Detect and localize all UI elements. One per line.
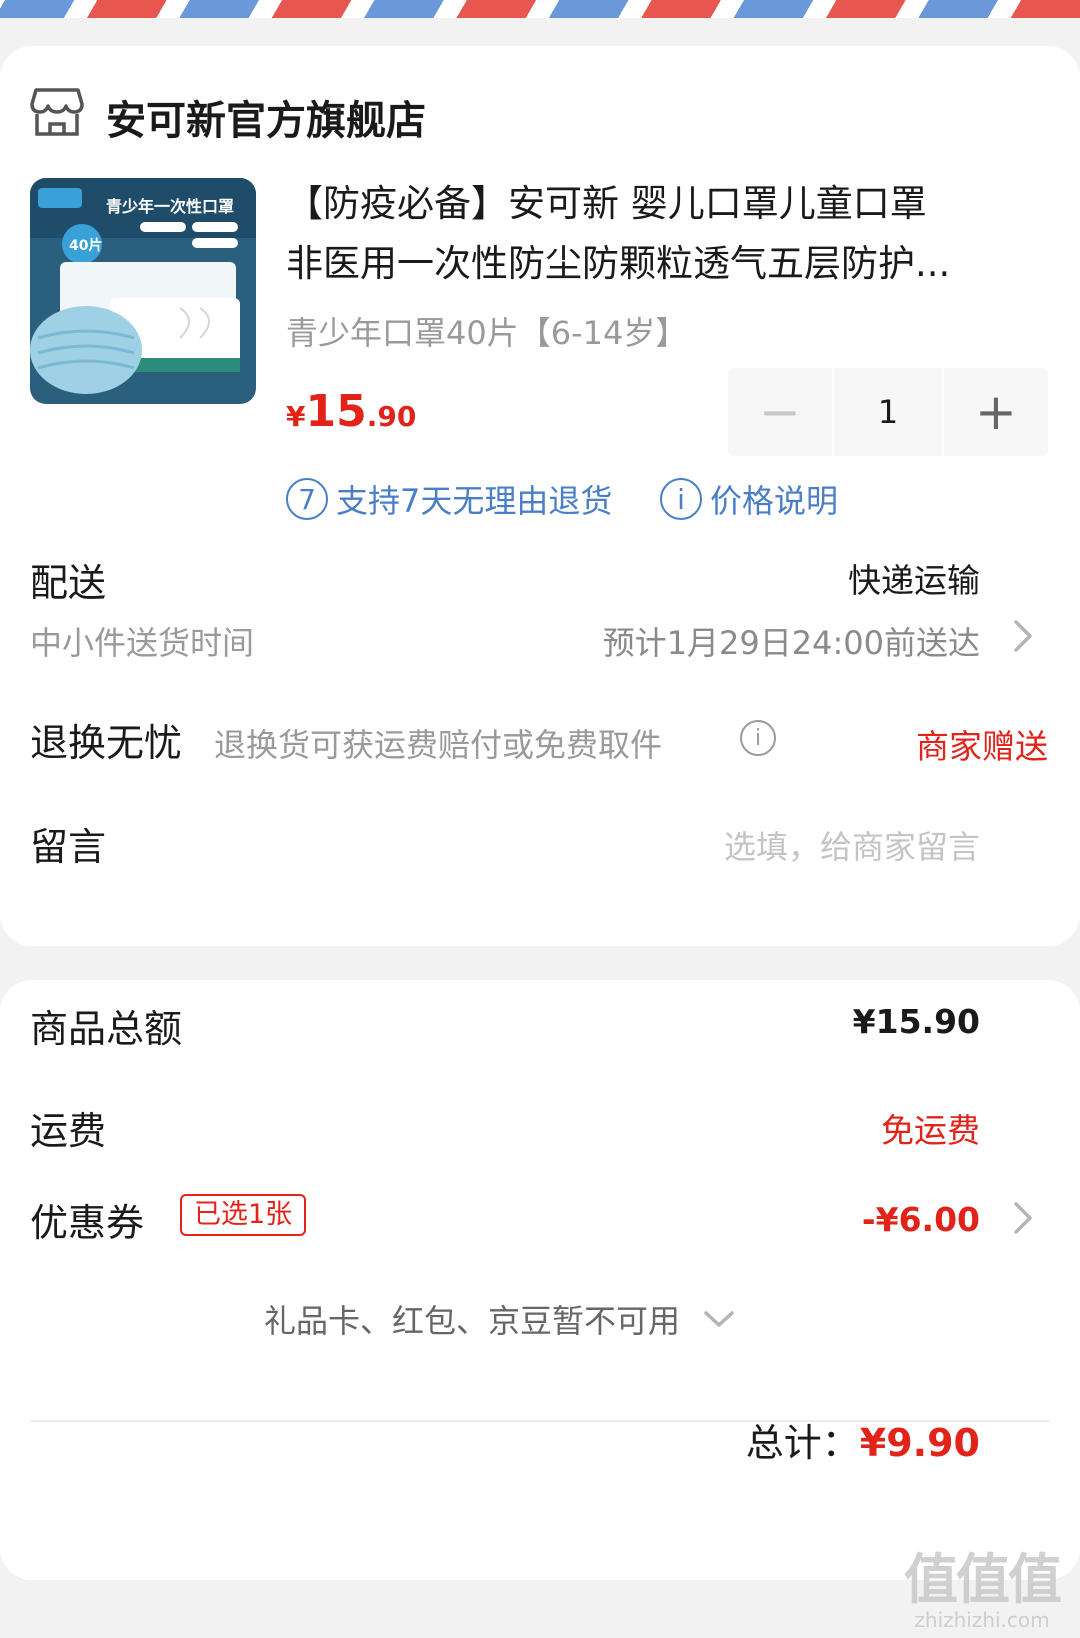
product-spec[interactable]: 青少年口罩40片【6-14岁】 xyxy=(286,308,687,354)
goods-total-value: ¥15.90 xyxy=(852,1002,980,1041)
info-icon: i xyxy=(660,478,702,520)
order-card: 安可新官方旗舰店 青少年一次性口罩 40片 【防疫必备】安可新 婴儿口罩儿童口罩… xyxy=(0,46,1080,946)
delivery-method[interactable]: 快递运输 xyxy=(848,554,980,602)
total-label: 总计： xyxy=(745,1421,860,1465)
product-price: ¥15.90 xyxy=(286,386,416,437)
coupon-tag[interactable]: 已选1张 xyxy=(180,1194,307,1236)
price-decimal: .90 xyxy=(366,400,417,433)
goods-total-label: 商品总额 xyxy=(30,1007,183,1051)
total-value: ¥9.90 xyxy=(859,1421,980,1465)
delivery-label: 配送 xyxy=(30,561,107,605)
returns-desc: 退换货可获运费赔付或免费取件 xyxy=(214,726,663,764)
quantity-value[interactable]: 1 xyxy=(832,368,944,456)
store-icon xyxy=(30,86,84,138)
price-integer: 15 xyxy=(305,386,367,437)
returns-label: 退换无忧 xyxy=(30,721,183,765)
coupon-label: 优惠券 xyxy=(30,1201,145,1245)
product-title-line2: 非医用一次性防尘防颗粒透气五层防护... xyxy=(286,242,951,285)
product-title[interactable]: 【防疫必备】安可新 婴儿口罩儿童口罩 非医用一次性防尘防颗粒透气五层防护... xyxy=(286,174,1046,294)
unavailable-text: 礼品卡、红包、京豆暂不可用 xyxy=(264,1302,681,1340)
watermark-logo: 值值值 xyxy=(904,1548,1062,1611)
service-price-info[interactable]: i 价格说明 xyxy=(660,476,838,522)
service-label: 价格说明 xyxy=(710,482,839,520)
service-7day-return[interactable]: 7 支持7天无理由退货 xyxy=(286,476,612,522)
thumb-pack-label: 青少年一次性口罩 xyxy=(106,197,234,216)
message-label: 留言 xyxy=(30,825,107,869)
delivery-sub-label: 中小件送货时间 xyxy=(30,624,255,662)
shop-name[interactable]: 安可新官方旗舰店 xyxy=(106,88,426,146)
seven-day-icon: 7 xyxy=(286,478,328,520)
decrease-button[interactable]: − xyxy=(728,368,832,456)
shipping-value: 免运费 xyxy=(881,1111,980,1150)
quantity-stepper: − 1 + xyxy=(728,368,1048,456)
order-total: 总计： ¥9.90 xyxy=(746,1412,980,1467)
message-input[interactable]: 选填，给商家留言 xyxy=(724,822,980,868)
shipping-label: 运费 xyxy=(30,1109,107,1153)
product-thumbnail[interactable]: 青少年一次性口罩 40片 xyxy=(30,178,256,404)
price-currency: ¥ xyxy=(286,400,306,433)
watermark: 值值值 zhizhizhi.com xyxy=(904,1548,1062,1633)
service-label: 支持7天无理由退货 xyxy=(336,482,613,520)
unavailable-assets-toggle[interactable]: 礼品卡、红包、京豆暂不可用 xyxy=(264,1296,736,1342)
airmail-stripe xyxy=(0,0,1080,18)
coupon-value[interactable]: -¥6.00 xyxy=(862,1200,980,1239)
product-title-line1: 【防疫必备】安可新 婴儿口罩儿童口罩 xyxy=(286,182,927,225)
info-icon[interactable]: i xyxy=(740,720,776,756)
chevron-right-icon[interactable] xyxy=(1012,618,1034,654)
summary-card: 商品总额 ¥15.90 运费 免运费 优惠券 已选1张 -¥6.00 礼品卡、红… xyxy=(0,980,1080,1580)
delivery-eta: 预计1月29日24:00前送达 xyxy=(602,624,980,662)
returns-badge: 商家赠送 xyxy=(916,727,1048,766)
watermark-url: zhizhizhi.com xyxy=(914,1608,1050,1632)
chevron-right-icon[interactable] xyxy=(1012,1200,1034,1236)
increase-button[interactable]: + xyxy=(944,368,1048,456)
chevron-down-icon xyxy=(702,1308,736,1330)
thumb-count-badge: 40片 xyxy=(69,237,102,254)
